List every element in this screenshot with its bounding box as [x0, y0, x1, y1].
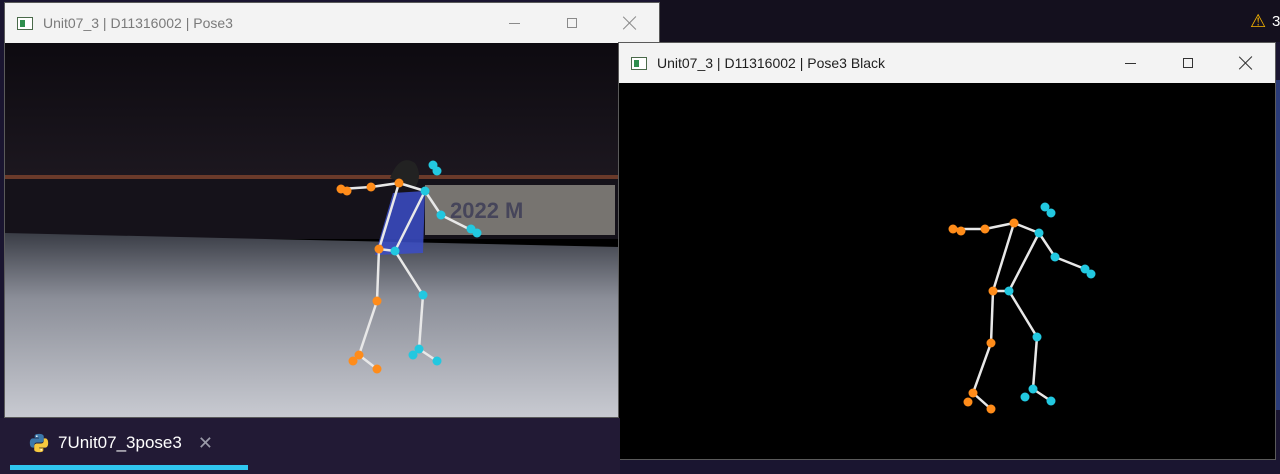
- warning-count: 3: [1272, 13, 1280, 30]
- video-frame: 2022 M: [5, 43, 659, 417]
- window-titlebar[interactable]: Unit07_3 | D11316002 | Pose3: [5, 3, 659, 43]
- pose-skeleton: [953, 221, 1086, 410]
- active-tab-indicator: [10, 465, 248, 470]
- close-icon: [1239, 56, 1253, 70]
- pose-joints: [948, 202, 1096, 414]
- close-button[interactable]: [601, 3, 659, 43]
- pose-video-window[interactable]: Unit07_3 | D11316002 | Pose3 2022 M: [4, 2, 660, 418]
- maximize-icon: [1183, 58, 1193, 68]
- app-icon: [631, 56, 647, 70]
- minimize-icon: [508, 22, 520, 24]
- rink-rail: [5, 175, 659, 179]
- banner-text: 2022 M: [450, 198, 523, 223]
- desktop-background: [660, 0, 1280, 42]
- pose-canvas: [619, 83, 1275, 459]
- maximize-icon: [567, 18, 577, 28]
- editor-tab-label: 7Unit07_3pose3: [58, 433, 182, 452]
- close-tab-icon[interactable]: ✕: [198, 433, 213, 454]
- editor-tab[interactable]: 7Unit07_3pose3 ✕: [28, 428, 213, 458]
- ice-surface: [5, 233, 659, 417]
- window-title: Unit07_3 | D11316002 | Pose3: [43, 15, 233, 31]
- arena-wall: [5, 43, 659, 183]
- maximize-button[interactable]: [543, 3, 601, 43]
- minimize-button[interactable]: [1101, 43, 1159, 83]
- close-icon: [623, 16, 637, 30]
- app-icon: [17, 16, 33, 30]
- close-button[interactable]: [1217, 43, 1275, 83]
- minimize-button[interactable]: [485, 3, 543, 43]
- window-titlebar[interactable]: Unit07_3 | D11316002 | Pose3 Black: [619, 43, 1275, 83]
- pose-skeleton-view: [948, 202, 1096, 414]
- video-scene: 2022 M: [5, 43, 659, 417]
- python-icon: [29, 433, 49, 453]
- window-title: Unit07_3 | D11316002 | Pose3 Black: [657, 55, 886, 71]
- pose-black-window[interactable]: Unit07_3 | D11316002 | Pose3 Black: [618, 42, 1276, 460]
- maximize-button[interactable]: [1159, 43, 1217, 83]
- warning-icon[interactable]: ⚠: [1250, 11, 1266, 31]
- minimize-icon: [1124, 62, 1136, 64]
- editor-tab-bar: 7Unit07_3pose3 ✕: [0, 418, 620, 474]
